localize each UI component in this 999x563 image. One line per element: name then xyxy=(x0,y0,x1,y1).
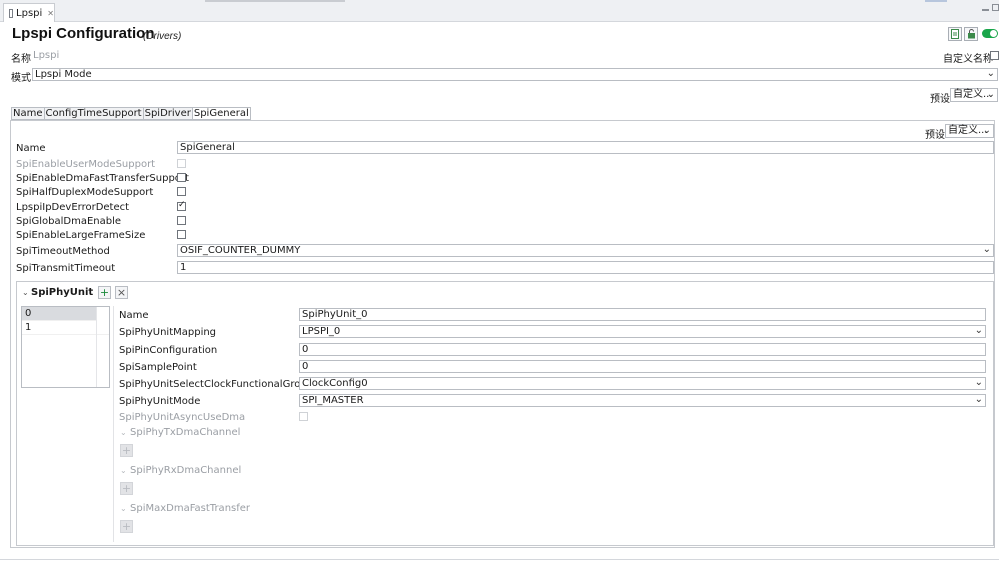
chevron-down-icon[interactable]: ⌄ xyxy=(22,288,29,297)
transmit-timeout-label: SpiTransmitTimeout xyxy=(16,263,116,274)
timeout-method-value: OSIF_COUNTER_DUMMY xyxy=(180,245,301,256)
close-icon[interactable]: ✕ xyxy=(47,9,54,18)
toolbar-remnant-blue xyxy=(925,0,947,2)
phy-mapping-label: SpiPhyUnitMapping xyxy=(119,327,217,338)
chevron-down-icon: ⌄ xyxy=(120,504,127,513)
unit-mode-select[interactable]: SPI_MASTER ⌄ xyxy=(299,394,986,407)
bottom-divider xyxy=(0,559,999,560)
panel-preset-value: 自定义... xyxy=(948,125,988,136)
unit-mode-value: SPI_MASTER xyxy=(302,395,364,406)
maximize-icon[interactable] xyxy=(992,4,999,11)
tab-configtimesupport[interactable]: ConfigTimeSupport xyxy=(43,107,143,120)
global-dma-enable-checkbox[interactable] xyxy=(177,216,186,225)
chevron-down-icon: ⌄ xyxy=(986,89,995,100)
page-subtitle: (Drivers) xyxy=(143,31,182,42)
add-max-dma-button: + xyxy=(120,520,133,533)
chevron-down-icon: ⌄ xyxy=(982,125,991,136)
general-name-label: Name xyxy=(16,143,46,154)
group-separator xyxy=(113,306,114,542)
sample-point-label: SpiSamplePoint xyxy=(119,362,197,373)
tab-spidriver[interactable]: SpiDriver xyxy=(142,107,192,120)
name-label: 名称 xyxy=(11,54,31,65)
chevron-down-icon: ⌄ xyxy=(120,428,127,437)
dev-error-detect-checkbox[interactable] xyxy=(177,200,186,211)
async-dma-label: SpiPhyUnitAsyncUseDma xyxy=(119,412,246,423)
user-mode-support-checkbox xyxy=(177,159,186,168)
phy-mapping-value: LPSPI_0 xyxy=(302,326,341,337)
timeout-method-select[interactable]: OSIF_COUNTER_DUMMY ⌄ xyxy=(177,244,994,257)
editor-tab-lpspi[interactable]: Lpspi ✕ xyxy=(3,3,55,22)
mode-label: 模式 xyxy=(11,73,31,84)
page-title: Lpspi Configuration xyxy=(12,25,155,42)
async-dma-checkbox xyxy=(299,412,308,421)
tab-name[interactable]: Name xyxy=(11,107,44,120)
list-divider xyxy=(96,307,97,387)
phy-name-input[interactable]: SpiPhyUnit_0 xyxy=(299,308,986,321)
preset-label: 预设 xyxy=(930,94,950,105)
transmit-timeout-input[interactable]: 1 xyxy=(177,261,994,274)
clock-group-value: ClockConfig0 xyxy=(302,378,368,389)
spiphyunit-list: 0 1 xyxy=(21,306,110,388)
add-button[interactable]: + xyxy=(98,286,111,299)
panel-preset-label: 预设 xyxy=(925,130,945,141)
general-name-input[interactable]: SpiGeneral xyxy=(177,141,994,154)
large-frame-size-label: SpiEnableLargeFrameSize xyxy=(16,230,146,241)
remove-button[interactable]: × xyxy=(115,286,128,299)
dma-fast-transfer-checkbox[interactable] xyxy=(177,173,186,182)
phy-name-label: Name xyxy=(119,310,149,321)
half-duplex-checkbox[interactable] xyxy=(177,187,186,196)
list-item[interactable]: 0 xyxy=(22,307,96,321)
chevron-down-icon: ⌄ xyxy=(974,394,983,405)
clock-group-select[interactable]: ClockConfig0 ⌄ xyxy=(299,377,986,390)
dma-fast-transfer-label: SpiEnableDmaFastTransferSupport xyxy=(16,173,189,184)
config-tabs: Name ConfigTimeSupport SpiDriver SpiGene… xyxy=(11,107,251,120)
mode-select[interactable]: Lpspi Mode ⌄ xyxy=(32,68,998,81)
editor-tab-label: Lpspi xyxy=(16,7,43,19)
unit-mode-label: SpiPhyUnitMode xyxy=(119,396,201,407)
global-dma-enable-label: SpiGlobalDmaEnable xyxy=(16,216,122,227)
custom-name-checkbox[interactable] xyxy=(990,51,999,60)
timeout-method-label: SpiTimeoutMethod xyxy=(16,246,110,257)
add-tx-dma-button: + xyxy=(120,444,133,457)
minimize-icon[interactable] xyxy=(982,9,989,11)
mode-select-value: Lpspi Mode xyxy=(35,69,92,80)
toggle-icon[interactable] xyxy=(982,29,998,38)
half-duplex-label: SpiHalfDuplexModeSupport xyxy=(16,187,154,198)
chevron-down-icon: ⌄ xyxy=(982,244,991,255)
add-rx-dma-button: + xyxy=(120,482,133,495)
custom-name-label: 自定义名称 xyxy=(943,54,993,65)
sample-point-input[interactable]: 0 xyxy=(299,360,986,373)
lock-icon[interactable] xyxy=(964,27,978,41)
rx-dma-channel-label: SpiPhyRxDmaChannel xyxy=(130,465,242,476)
toolbar-remnant xyxy=(205,0,345,2)
name-value: Lpspi xyxy=(33,50,60,61)
max-dma-fast-transfer-label: SpiMaxDmaFastTransfer xyxy=(130,503,251,514)
user-mode-support-label: SpiEnableUserModeSupport xyxy=(16,159,156,170)
file-icon xyxy=(9,8,14,18)
preset-select[interactable]: 自定义... ⌄ xyxy=(950,88,998,102)
chevron-down-icon: ⌄ xyxy=(986,68,995,79)
chevron-down-icon: ⌄ xyxy=(974,377,983,388)
tx-dma-channel-label: SpiPhyTxDmaChannel xyxy=(130,427,241,438)
tab-spigeneral[interactable]: SpiGeneral xyxy=(191,107,251,120)
dev-error-detect-label: LpspiIpDevErrorDetect xyxy=(16,202,130,213)
clock-group-label: SpiPhyUnitSelectClockFunctionalGroup xyxy=(119,379,314,390)
pin-config-label: SpiPinConfiguration xyxy=(119,345,218,356)
pin-config-input[interactable]: 0 xyxy=(299,343,986,356)
chevron-down-icon: ⌄ xyxy=(974,325,983,336)
spiphyunit-title: SpiPhyUnit xyxy=(31,287,94,298)
panel-preset-select[interactable]: 自定义... ⌄ xyxy=(945,124,994,138)
large-frame-size-checkbox[interactable] xyxy=(177,230,186,239)
phy-mapping-select[interactable]: LPSPI_0 ⌄ xyxy=(299,325,986,338)
editor-tab-strip xyxy=(0,0,999,22)
chevron-down-icon: ⌄ xyxy=(120,466,127,475)
doc-icon[interactable] xyxy=(948,27,962,41)
